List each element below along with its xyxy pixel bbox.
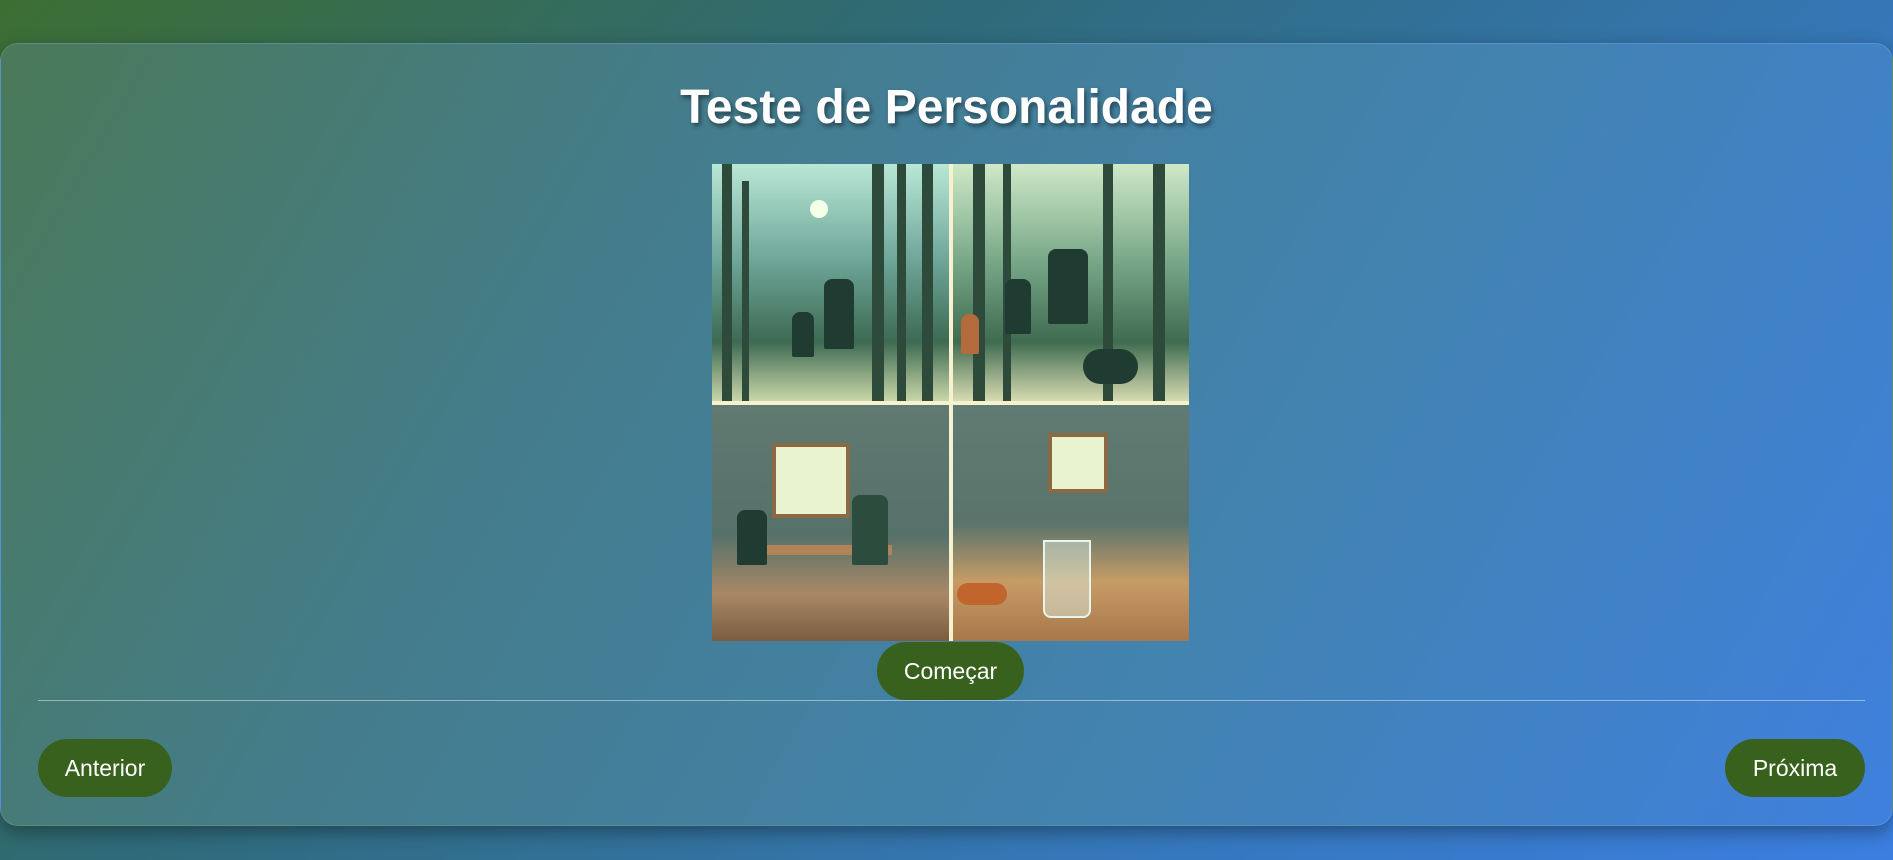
quiz-illustration bbox=[712, 164, 1189, 641]
next-button[interactable]: Próxima bbox=[1725, 739, 1865, 797]
cabin-table-panel bbox=[712, 405, 949, 641]
forest-animals-panel bbox=[953, 164, 1189, 401]
previous-button[interactable]: Anterior bbox=[38, 739, 172, 797]
start-button[interactable]: Começar bbox=[877, 642, 1024, 700]
page-title: Teste de Personalidade bbox=[680, 81, 1213, 134]
forest-walk-panel bbox=[712, 164, 949, 401]
divider bbox=[38, 700, 1865, 701]
cabin-glass-panel bbox=[953, 405, 1189, 641]
